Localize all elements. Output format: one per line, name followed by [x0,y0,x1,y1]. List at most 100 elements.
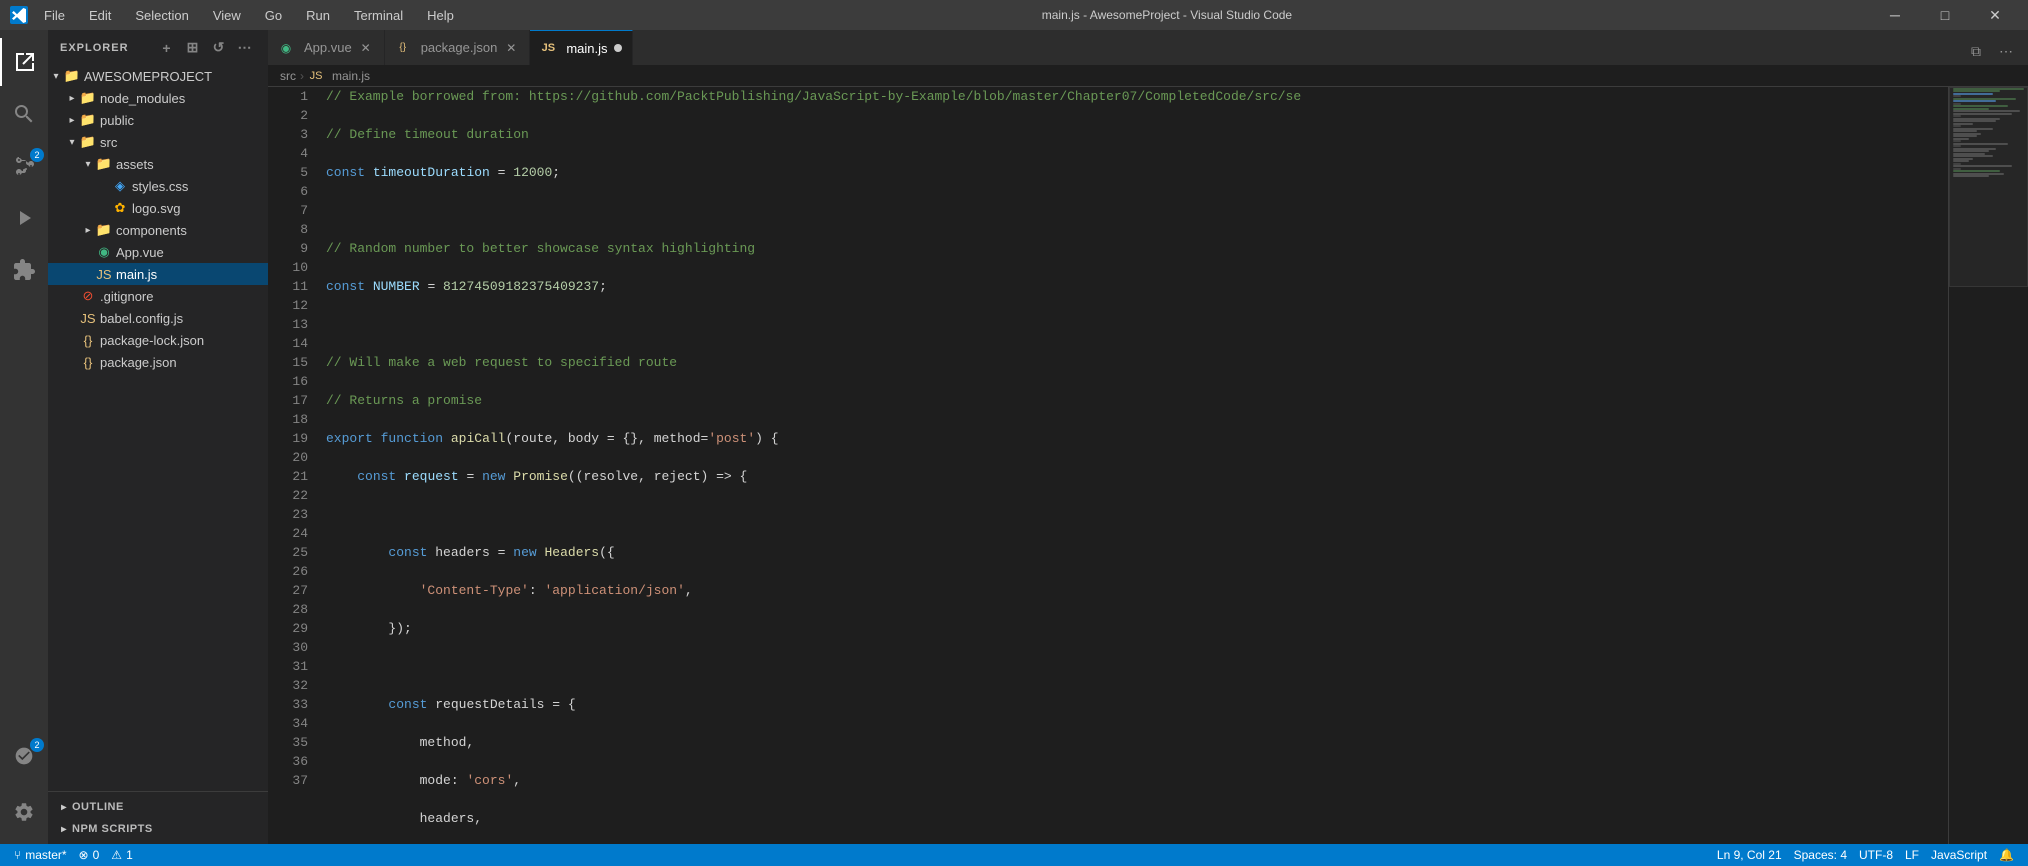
tree-main-js[interactable]: ▸ JS main.js [48,263,268,285]
breadcrumb-file-icon: JS [308,68,324,84]
assets-arrow: ▾ [80,156,96,172]
line-15: }); [326,619,1948,638]
remote-icon[interactable]: 2 [0,732,48,780]
tree-assets[interactable]: ▾ 📁 assets [48,153,268,175]
vscode-logo [10,6,28,24]
menu-run[interactable]: Run [298,6,338,25]
line-12 [326,505,1948,524]
tab-app-vue-label: App.vue [304,40,352,55]
js-file-icon: JS [96,266,112,282]
language-mode-status[interactable]: JavaScript [1925,844,1993,866]
tab-app-vue-close[interactable]: ✕ [358,40,374,56]
tree-package-lock[interactable]: ▸ {} package-lock.json [48,329,268,351]
line-20: headers, [326,809,1948,828]
minimize-button[interactable]: ─ [1872,0,1918,30]
line-numbers: 12345 678910 1112131415 1617181920 21222… [268,87,318,844]
menu-edit[interactable]: Edit [81,6,119,25]
node-modules-label: node_modules [100,91,185,106]
new-file-icon[interactable]: + [156,37,178,59]
language-mode-label: JavaScript [1931,848,1987,862]
breadcrumb-main-js[interactable]: main.js [332,69,370,83]
folder-icon: 📁 [96,222,112,238]
components-arrow: ▸ [80,222,96,238]
package-json-label: package.json [100,355,177,370]
breadcrumb-src[interactable]: src [280,69,296,83]
line-11: const request = new Promise((resolve, re… [326,467,1948,486]
run-debug-activity-icon[interactable] [0,194,48,242]
src-arrow: ▾ [64,134,80,150]
tree-app-vue[interactable]: ▸ ◉ App.vue [48,241,268,263]
tree-public[interactable]: ▸ 📁 public [48,109,268,131]
indentation-status[interactable]: Spaces: 4 [1788,844,1853,866]
tree-logo-svg[interactable]: ▸ ✿ logo.svg [48,197,268,219]
menu-file[interactable]: File [36,6,73,25]
tree-styles-css[interactable]: ▸ ◈ styles.css [48,175,268,197]
maximize-button[interactable]: □ [1922,0,1968,30]
cursor-position-status[interactable]: Ln 9, Col 21 [1711,844,1788,866]
notifications-status[interactable]: 🔔 [1993,844,2020,866]
tree-node-modules[interactable]: ▸ 📁 node_modules [48,87,268,109]
minimap-viewport[interactable] [1949,87,2028,287]
errors-status[interactable]: ⊗ 0 [73,844,106,866]
refresh-icon[interactable]: ↺ [208,37,230,59]
outline-section[interactable]: ▸ OUTLINE [48,796,268,818]
tree-components[interactable]: ▸ 📁 components [48,219,268,241]
close-button[interactable]: ✕ [1972,0,2018,30]
sidebar-header-icons: + ⊞ ↺ ⋯ [156,37,256,59]
folder-icon: 📁 [80,90,96,106]
tree-package-json[interactable]: ▸ {} package.json [48,351,268,373]
title-bar: File Edit Selection View Go Run Terminal… [0,0,2028,30]
search-activity-icon[interactable] [0,90,48,138]
tab-package-json[interactable]: {} package.json ✕ [385,30,531,65]
npm-scripts-section[interactable]: ▸ NPM SCRIPTS [48,818,268,840]
line-19: mode: 'cors', [326,771,1948,790]
sidebar: EXPLORER + ⊞ ↺ ⋯ ▾ 📁 AWESOMEPROJECT ▸ 📁 … [48,30,268,844]
tree-babel-config[interactable]: ▸ JS babel.config.js [48,307,268,329]
extensions-activity-icon[interactable] [0,246,48,294]
outline-label: OUTLINE [72,801,124,813]
menu-go[interactable]: Go [257,6,290,25]
menu-view[interactable]: View [205,6,249,25]
code-content[interactable]: // Example borrowed from: https://github… [318,87,1948,844]
menu-selection[interactable]: Selection [127,6,196,25]
project-root[interactable]: ▾ 📁 AWESOMEPROJECT [48,65,268,87]
line-16 [326,657,1948,676]
collapse-all-icon[interactable]: ⋯ [234,37,256,59]
tab-app-vue[interactable]: ◉ App.vue ✕ [268,30,385,65]
file-tree[interactable]: ▾ 📁 AWESOMEPROJECT ▸ 📁 node_modules ▸ 📁 … [48,65,268,791]
menu-help[interactable]: Help [419,6,462,25]
menu-terminal[interactable]: Terminal [346,6,411,25]
css-file-icon: ◈ [112,178,128,194]
tab-package-json-close[interactable]: ✕ [503,40,519,56]
tab-main-js[interactable]: JS main.js [530,30,632,65]
components-label: components [116,223,187,238]
line-4 [326,201,1948,220]
git-branch-status[interactable]: ⑂ master* [8,844,73,866]
new-folder-icon[interactable]: ⊞ [182,37,204,59]
explorer-activity-icon[interactable] [0,38,48,86]
window-title: main.js - AwesomeProject - Visual Studio… [462,8,1872,22]
assets-label: assets [116,157,154,172]
title-bar-left: File Edit Selection View Go Run Terminal… [10,6,462,25]
source-control-activity-icon[interactable]: 2 [0,142,48,190]
line-13: const headers = new Headers({ [326,543,1948,562]
line-ending-status[interactable]: LF [1899,844,1925,866]
settings-activity-icon[interactable] [0,788,48,836]
project-label: AWESOMEPROJECT [84,69,212,84]
package-lock-label: package-lock.json [100,333,204,348]
tab-actions: ⧉ ⋯ [1954,37,2028,65]
git-file-icon: ⊘ [80,288,96,304]
tree-src[interactable]: ▾ 📁 src [48,131,268,153]
split-editor-button[interactable]: ⧉ [1962,37,1990,65]
encoding-status[interactable]: UTF-8 [1853,844,1899,866]
tab-bar: ◉ App.vue ✕ {} package.json ✕ JS main.js… [268,30,2028,65]
breadcrumb-sep: › [300,69,304,83]
line-5: // Random number to better showcase synt… [326,239,1948,258]
sidebar-header: EXPLORER + ⊞ ↺ ⋯ [48,30,268,65]
more-actions-button[interactable]: ⋯ [1992,37,2020,65]
tree-gitignore[interactable]: ▸ ⊘ .gitignore [48,285,268,307]
tab-modified-dot [614,44,622,52]
indentation-label: Spaces: 4 [1794,848,1847,862]
warnings-status[interactable]: ⚠ 1 [105,844,138,866]
app-vue-label: App.vue [116,245,164,260]
